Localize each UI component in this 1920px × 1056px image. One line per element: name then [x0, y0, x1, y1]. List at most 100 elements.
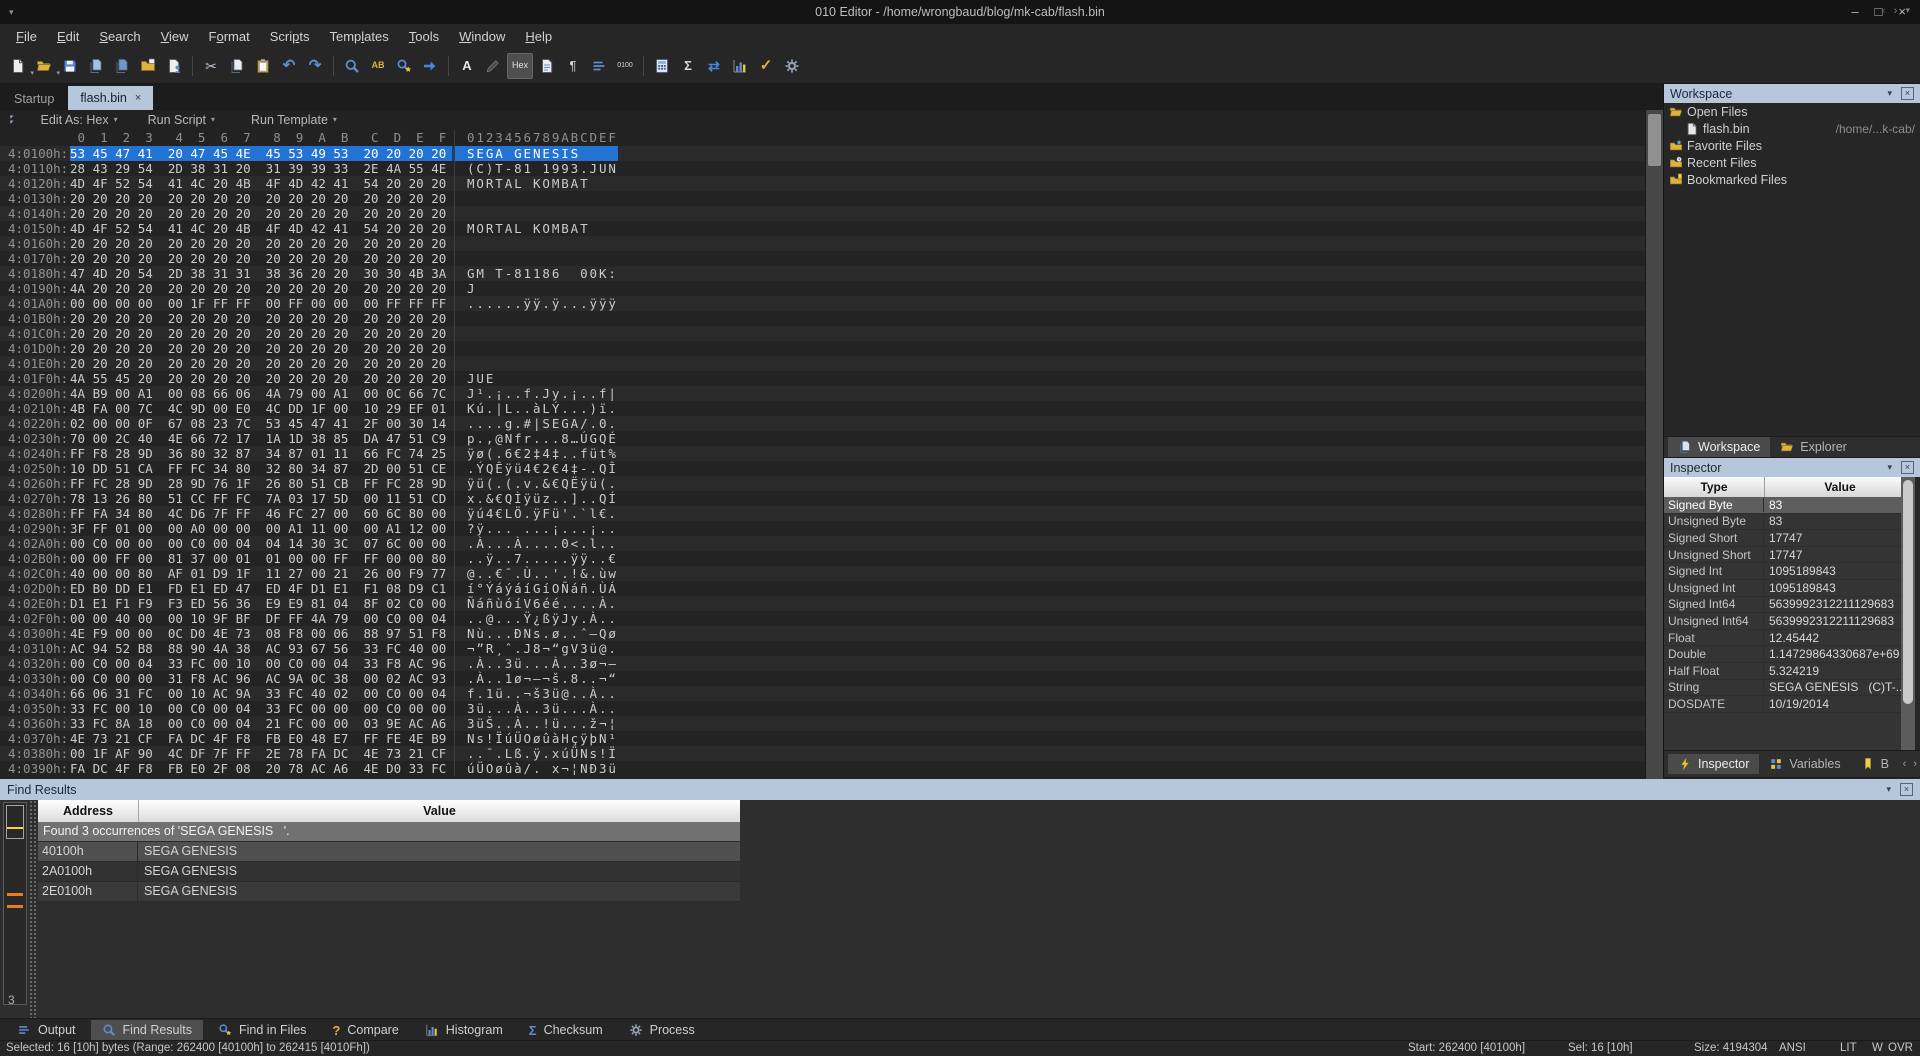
hex-row[interactable]: 4:02E0h: D1 E1 F1 F9 F3 ED 56 36 E9 E9 8…: [0, 596, 1645, 611]
hex-ascii[interactable]: ..¯.Lß.ÿ.xúÜNs!Ï: [454, 746, 618, 761]
hex-row[interactable]: 4:01A0h: 00 00 00 00 00 1F FF FF 00 FF 0…: [0, 296, 1645, 311]
hex-ascii[interactable]: [454, 206, 618, 221]
panel-menu-icon[interactable]: ▾: [1887, 88, 1892, 99]
hex-row[interactable]: 4:01F0h: 4A 55 45 20 20 20 20 20 20 20 2…: [0, 371, 1645, 386]
inspector-row[interactable]: Unsigned Int 1095189843: [1664, 580, 1901, 597]
hex-ascii[interactable]: úÜOøûà/. x¬¦NÐ3ü: [454, 761, 618, 776]
minimize-button[interactable]: –: [1851, 0, 1858, 24]
hex-ascii[interactable]: SEGA GENESIS: [454, 146, 618, 161]
hex-bytes[interactable]: 20 20 20 20 20 20 20 20 20 20 20 20 20 2…: [70, 236, 452, 251]
hex-bytes[interactable]: 00 00 00 00 00 1F FF FF 00 FF 00 00 00 F…: [70, 296, 452, 311]
hex-row[interactable]: 4:0300h: 4E F9 00 00 0C D0 4E 73 08 F8 0…: [0, 626, 1645, 641]
hex-row[interactable]: 4:0210h: 4B FA 00 7C 4C 9D 00 E0 4C DD 1…: [0, 401, 1645, 416]
menu-file[interactable]: File: [6, 26, 47, 47]
hex-row[interactable]: 4:0160h: 20 20 20 20 20 20 20 20 20 20 2…: [0, 236, 1645, 251]
hex-bytes[interactable]: FF FA 34 80 4C D6 7F FF 46 FC 27 00 60 6…: [70, 506, 452, 521]
tabs-prev-icon[interactable]: ‹: [1903, 758, 1907, 770]
hex-row[interactable]: 4:0150h: 4D 4F 52 54 41 4C 20 4B 4F 4D 4…: [0, 221, 1645, 236]
highlight[interactable]: [481, 54, 505, 78]
hex-bytes[interactable]: 20 20 20 20 20 20 20 20 20 20 20 20 20 2…: [70, 356, 452, 371]
tab-process[interactable]: Process: [618, 1020, 706, 1040]
hex-row[interactable]: 4:0180h: 47 4D 20 54 2D 38 31 31 38 36 2…: [0, 266, 1645, 281]
hex-row[interactable]: 4:0100h: 53 45 47 41 20 47 45 4E 45 53 4…: [0, 146, 1645, 161]
menu-view[interactable]: View: [151, 26, 199, 47]
collapse-header-icon[interactable]: ▾▾: [9, 115, 13, 125]
menu-format[interactable]: Format: [199, 26, 260, 47]
compare[interactable]: ⇄: [702, 54, 726, 78]
hex-row[interactable]: 4:0140h: 20 20 20 20 20 20 20 20 20 20 2…: [0, 206, 1645, 221]
hex-bytes[interactable]: 4E F9 00 00 0C D0 4E 73 08 F8 00 06 88 9…: [70, 626, 452, 641]
hex-bytes[interactable]: 53 45 47 41 20 47 45 4E 45 53 49 53 20 2…: [70, 146, 452, 161]
hex-bytes[interactable]: FA DC 4F F8 FB E0 2F 08 20 78 AC A6 4E D…: [70, 761, 452, 776]
menu-scripts[interactable]: Scripts: [260, 26, 320, 47]
hex-bytes[interactable]: 00 C0 00 00 00 C0 00 04 04 14 30 3C 07 6…: [70, 536, 452, 551]
hex-bytes[interactable]: FF FC 28 9D 28 9D 76 1F 26 80 51 CB FF F…: [70, 476, 452, 491]
hex-bytes[interactable]: 02 00 00 0F 67 08 23 7C 53 45 47 41 2F 0…: [70, 416, 452, 431]
tab-startup[interactable]: Startup: [2, 88, 66, 110]
workspace-item-open-files[interactable]: Open Files: [1664, 103, 1920, 120]
undo[interactable]: ↶: [277, 54, 301, 78]
hex-row[interactable]: 4:02C0h: 40 00 00 80 AF 01 D9 1F 11 27 0…: [0, 566, 1645, 581]
hex-ascii[interactable]: í°ÝáýáíGíOÑáñ.ÙÁ: [454, 581, 618, 596]
tab-histogram[interactable]: Histogram: [414, 1020, 514, 1040]
hex-bytes[interactable]: 4D 4F 52 54 41 4C 20 4B 4F 4D 42 41 54 2…: [70, 176, 452, 191]
save-file[interactable]: [58, 54, 82, 78]
tab-explorer[interactable]: Explorer: [1770, 437, 1857, 457]
workspace-item-bookmarked-files[interactable]: Bookmarked Files: [1664, 171, 1920, 188]
hex-ascii[interactable]: (C)T-81 1993.JUN: [454, 161, 618, 176]
hex-ascii[interactable]: Kú.|L..àLÝ...)ï.: [454, 401, 618, 416]
hex-row[interactable]: 4:0240h: FF F8 28 9D 36 80 32 87 34 87 0…: [0, 446, 1645, 461]
paste[interactable]: [251, 54, 275, 78]
workspace-item-recent-files[interactable]: Recent Files: [1664, 154, 1920, 171]
menu-templates[interactable]: Templates: [319, 26, 398, 47]
hex-ascii[interactable]: .À..1ø¬–¬š.8..¬“: [454, 671, 618, 686]
copy[interactable]: [225, 54, 249, 78]
hex-ascii[interactable]: MORTAL KOMBAT: [454, 176, 618, 191]
editor-scrollbar[interactable]: [1645, 110, 1664, 779]
tab-find-results[interactable]: Find Results: [91, 1020, 203, 1040]
hex-ascii[interactable]: JUE: [454, 371, 618, 386]
tab-find-in-files[interactable]: Find in Files: [207, 1020, 317, 1040]
hex-row[interactable]: 4:0220h: 02 00 00 0F 67 08 23 7C 53 45 4…: [0, 416, 1645, 431]
hex-ascii[interactable]: ÿü(.(.v.&€QËÿü(.: [454, 476, 618, 491]
hex-bytes[interactable]: FF F8 28 9D 36 80 32 87 34 87 01 11 66 F…: [70, 446, 452, 461]
hex-ascii[interactable]: MORTAL KOMBAT: [454, 221, 618, 236]
new-file[interactable]: ▾: [6, 54, 30, 78]
inspector-row[interactable]: Double 1.14729864330687e+69: [1664, 646, 1901, 663]
save-all[interactable]: [110, 54, 134, 78]
hex-bytes[interactable]: 4A 20 20 20 20 20 20 20 20 20 20 20 20 2…: [70, 281, 452, 296]
hex-bytes[interactable]: 33 FC 8A 18 00 C0 00 04 21 FC 00 00 03 9…: [70, 716, 452, 731]
hex-ascii[interactable]: ..@...Ÿ¿ßÿJy.À..: [454, 611, 618, 626]
hex-ascii[interactable]: f.1ü..¬š3ü@..À..: [454, 686, 618, 701]
menu-window[interactable]: Window: [449, 26, 515, 47]
hex-bytes[interactable]: 4A B9 00 A1 00 08 66 06 4A 79 00 A1 00 0…: [70, 386, 452, 401]
inspector-row[interactable]: String SEGA GENESIS (C)T-...: [1664, 680, 1901, 697]
hex-bytes[interactable]: 4B FA 00 7C 4C 9D 00 E0 4C DD 1F 00 10 2…: [70, 401, 452, 416]
hex-ascii[interactable]: J¹.¡..f.Jy.¡..f|: [454, 386, 618, 401]
status-overwrite-mode[interactable]: OVR: [1888, 1042, 1913, 1054]
hex-bytes[interactable]: 66 06 31 FC 00 10 AC 9A 33 FC 40 02 00 C…: [70, 686, 452, 701]
hex-ascii[interactable]: [454, 311, 618, 326]
hex-text-toggle[interactable]: Hex: [507, 53, 533, 79]
hex-ascii[interactable]: Nù...ÐNs.ø..ˆ—Qø: [454, 626, 618, 641]
panel-close-icon[interactable]: ×: [1901, 461, 1914, 474]
hex-row[interactable]: 4:02D0h: ED B0 DD E1 FD E1 ED 47 ED 4F D…: [0, 581, 1645, 596]
binary-view[interactable]: 0100: [613, 54, 637, 78]
hex-row[interactable]: 4:0390h: FA DC 4F F8 FB E0 2F 08 20 78 A…: [0, 761, 1645, 776]
hex-bytes[interactable]: 40 00 00 80 AF 01 D9 1F 11 27 00 21 26 0…: [70, 566, 452, 581]
inspector-row[interactable]: Signed Int 1095189843: [1664, 563, 1901, 580]
hex-row[interactable]: 4:0170h: 20 20 20 20 20 20 20 20 20 20 2…: [0, 251, 1645, 266]
hex-bytes[interactable]: 00 C0 00 00 31 F8 AC 96 AC 9A 0C 38 00 0…: [70, 671, 452, 686]
hex-bytes[interactable]: 20 20 20 20 20 20 20 20 20 20 20 20 20 2…: [70, 326, 452, 341]
hex-ascii[interactable]: [454, 236, 618, 251]
find-result-row[interactable]: 40100h SEGA GENESIS: [38, 842, 740, 862]
validate[interactable]: ✓: [754, 54, 778, 78]
hex-ascii[interactable]: p.,@Nfr...8…ÚGQÉ: [454, 431, 618, 446]
hex-bytes[interactable]: 20 20 20 20 20 20 20 20 20 20 20 20 20 2…: [70, 191, 452, 206]
tab-output[interactable]: Output: [6, 1020, 87, 1040]
show-special-chars[interactable]: [535, 54, 559, 78]
hex-bytes[interactable]: 20 20 20 20 20 20 20 20 20 20 20 20 20 2…: [70, 251, 452, 266]
hex-bytes[interactable]: 20 20 20 20 20 20 20 20 20 20 20 20 20 2…: [70, 206, 452, 221]
tab-flash-bin[interactable]: flash.bin ×: [68, 86, 153, 110]
hex-ascii[interactable]: ÿú4€LÖ.ÿFü'.`l€.: [454, 506, 618, 521]
